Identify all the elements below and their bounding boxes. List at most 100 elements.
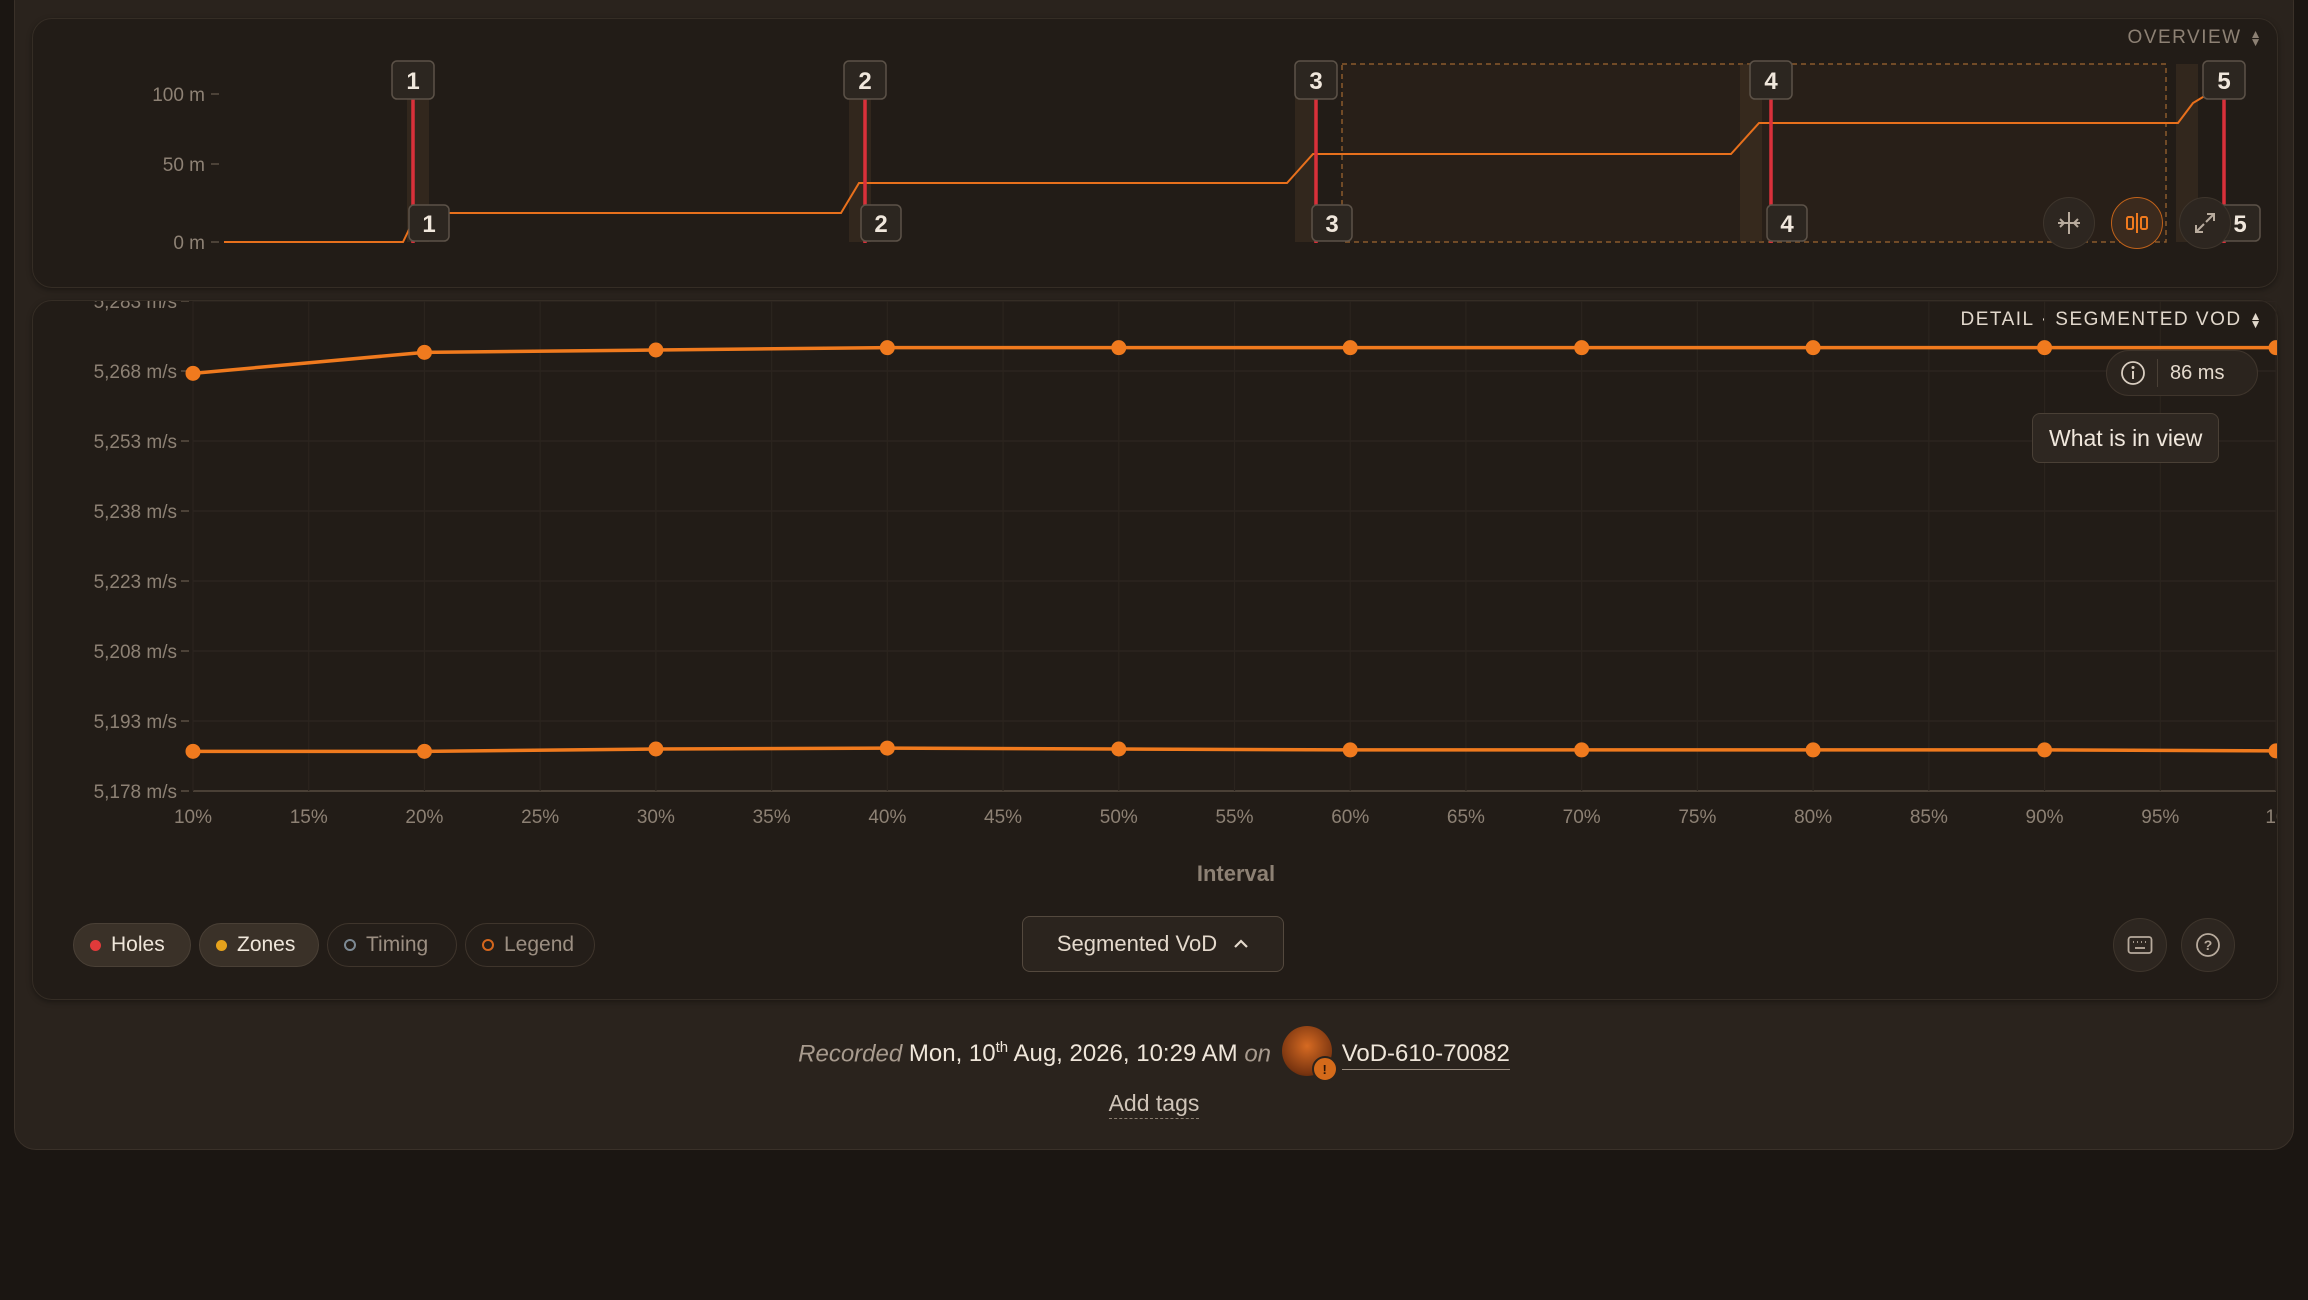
series-line <box>193 746 2277 754</box>
x-tick-label: 90% <box>2026 807 2064 828</box>
data-point[interactable] <box>1805 340 1821 356</box>
x-tick-label: 40% <box>868 807 906 828</box>
dropdown-label: Segmented VoD <box>1056 931 1218 956</box>
split-icon <box>2126 213 2148 233</box>
hole-marker-bottom-label: 2 <box>874 211 887 238</box>
x-tick-label: 15% <box>290 807 328 828</box>
filter-legend[interactable]: Legend <box>465 923 595 967</box>
data-point[interactable] <box>648 342 664 358</box>
x-tick-label: 95% <box>2141 807 2179 828</box>
divider <box>2157 359 2158 387</box>
x-axis-title: Interval <box>1197 861 1275 886</box>
overview-chart[interactable]: 100 m 50 m 0 m 1 1 2 2 3 3 4 4 5 5 <box>33 19 2277 287</box>
x-tick-label: 60% <box>1331 807 1369 828</box>
data-point[interactable] <box>1342 742 1358 758</box>
recording-info: Recorded Mon, 10th Aug, 2026, 10:29 AM o… <box>0 1026 2308 1082</box>
overview-panel[interactable]: OVERVIEW ▲ ▼ 100 m 50 m0 m 1122334455 <box>32 18 2278 288</box>
filter-dot-icon <box>344 939 356 951</box>
detail-panel[interactable]: DETAIL · SEGMENTED VOD ▲ ▼ 5,283 m/s 5,268… <box>32 300 2278 1000</box>
hole-marker-bottom-label: 4 <box>1780 211 1794 238</box>
data-point[interactable] <box>879 740 895 756</box>
device-avatar[interactable]: ! <box>1281 1026 1338 1082</box>
data-point[interactable] <box>1111 340 1127 356</box>
y-tick-label: 5,223 m/s <box>94 572 177 593</box>
x-tick-label: 70% <box>1563 807 1601 828</box>
info-icon <box>2121 361 2145 385</box>
expand-icon <box>2195 213 2215 233</box>
split-view-button[interactable] <box>2111 197 2163 249</box>
data-point[interactable] <box>416 743 432 759</box>
recorded-label: Recorded <box>798 1040 903 1068</box>
y-tick-label: 5,253 m/s <box>94 432 177 453</box>
hole-marker-top-label: 1 <box>406 68 419 95</box>
y-tick-label: 5,268 m/s <box>94 362 177 383</box>
data-point[interactable] <box>1805 742 1821 758</box>
data-point[interactable] <box>2268 340 2278 356</box>
help-icon: ? <box>2196 933 2220 957</box>
add-tags-area: Add tags <box>0 1090 2308 1119</box>
device-badge-icon: ! <box>1311 1056 1338 1082</box>
x-tick-label: 85% <box>1910 807 1948 828</box>
svg-text:?: ? <box>2204 937 2213 953</box>
add-tags-link[interactable]: Add tags <box>1108 1090 1200 1119</box>
data-point[interactable] <box>185 365 201 381</box>
hole-marker-top-label: 3 <box>1309 68 1322 95</box>
data-point[interactable] <box>879 340 895 356</box>
data-point[interactable] <box>2037 742 2053 758</box>
tooltip-text: What is in view <box>2049 424 2203 451</box>
x-tick-label: 55% <box>1215 807 1253 828</box>
y-tick-label: 5,283 m/s <box>94 301 177 313</box>
overview-y-tick: 100 m <box>152 85 205 106</box>
data-point[interactable] <box>648 741 664 757</box>
filter-dot-icon <box>216 939 227 951</box>
data-point[interactable] <box>185 743 201 759</box>
filter-holes[interactable]: Holes <box>73 923 191 967</box>
filter-label: Zones <box>237 933 296 956</box>
x-tick-label: 45% <box>984 807 1022 828</box>
hole-marker-top-label: 4 <box>1764 68 1778 95</box>
filter-label: Legend <box>504 933 575 956</box>
filter-timing[interactable]: Timing <box>327 923 457 967</box>
filter-label: Timing <box>366 933 429 956</box>
x-tick-label: 30% <box>637 807 675 828</box>
filter-dot-icon <box>90 939 101 951</box>
x-tick-label: 35% <box>753 807 791 828</box>
help-button[interactable]: ? <box>2181 918 2235 972</box>
x-tick-label: 80% <box>1794 807 1832 828</box>
data-point[interactable] <box>1574 340 1590 356</box>
center-icon <box>2058 212 2080 234</box>
data-point[interactable] <box>2268 743 2278 759</box>
hole-marker-bottom-label: 3 <box>1325 211 1338 238</box>
device-link[interactable]: VoD-610-70082 <box>1341 1040 1510 1071</box>
x-tick-label: 65% <box>1447 807 1485 828</box>
y-tick-label: 5,238 m/s <box>94 502 177 523</box>
keyboard-icon <box>2127 936 2153 954</box>
x-tick-label: 75% <box>1678 807 1716 828</box>
data-point[interactable] <box>1342 340 1358 356</box>
center-button[interactable] <box>2043 197 2095 249</box>
hole-marker-bottom-label: 1 <box>422 211 435 238</box>
latency-indicator[interactable]: 86 ms <box>2106 350 2258 396</box>
recorded-date: Mon, 10th Aug, 2026, 10:29 AM <box>908 1039 1238 1068</box>
view-tooltip: What is in view <box>2032 413 2220 463</box>
hole-marker-top-label: 2 <box>858 68 871 95</box>
data-point[interactable] <box>416 344 432 360</box>
detail-chart[interactable]: 5,283 m/s 5,268 m/s 5,253 m/s 5,238 m/s 5,22… <box>33 301 2277 999</box>
keyboard-button[interactable] <box>2113 918 2167 972</box>
data-point[interactable] <box>1574 742 1590 758</box>
on-label: on <box>1244 1040 1272 1068</box>
filter-label: Holes <box>111 933 165 956</box>
x-tick-label: 20% <box>405 807 443 828</box>
data-point[interactable] <box>1111 741 1127 757</box>
y-tick-label: 5,208 m/s <box>94 642 177 663</box>
latency-value: 86 ms <box>2170 361 2225 384</box>
hole-marker-top-label: 5 <box>2217 68 2230 95</box>
x-tick-label: 10% <box>174 807 212 828</box>
mode-dropdown[interactable]: Segmented VoD <box>1022 916 1284 972</box>
y-tick-label: 5,193 m/s <box>94 712 177 733</box>
data-point[interactable] <box>2037 340 2053 356</box>
x-tick-label: 10 <box>2265 807 2277 828</box>
filter-zones[interactable]: Zones <box>199 923 319 967</box>
chevron-up-icon <box>1234 939 1248 948</box>
expand-button[interactable] <box>2179 197 2231 249</box>
